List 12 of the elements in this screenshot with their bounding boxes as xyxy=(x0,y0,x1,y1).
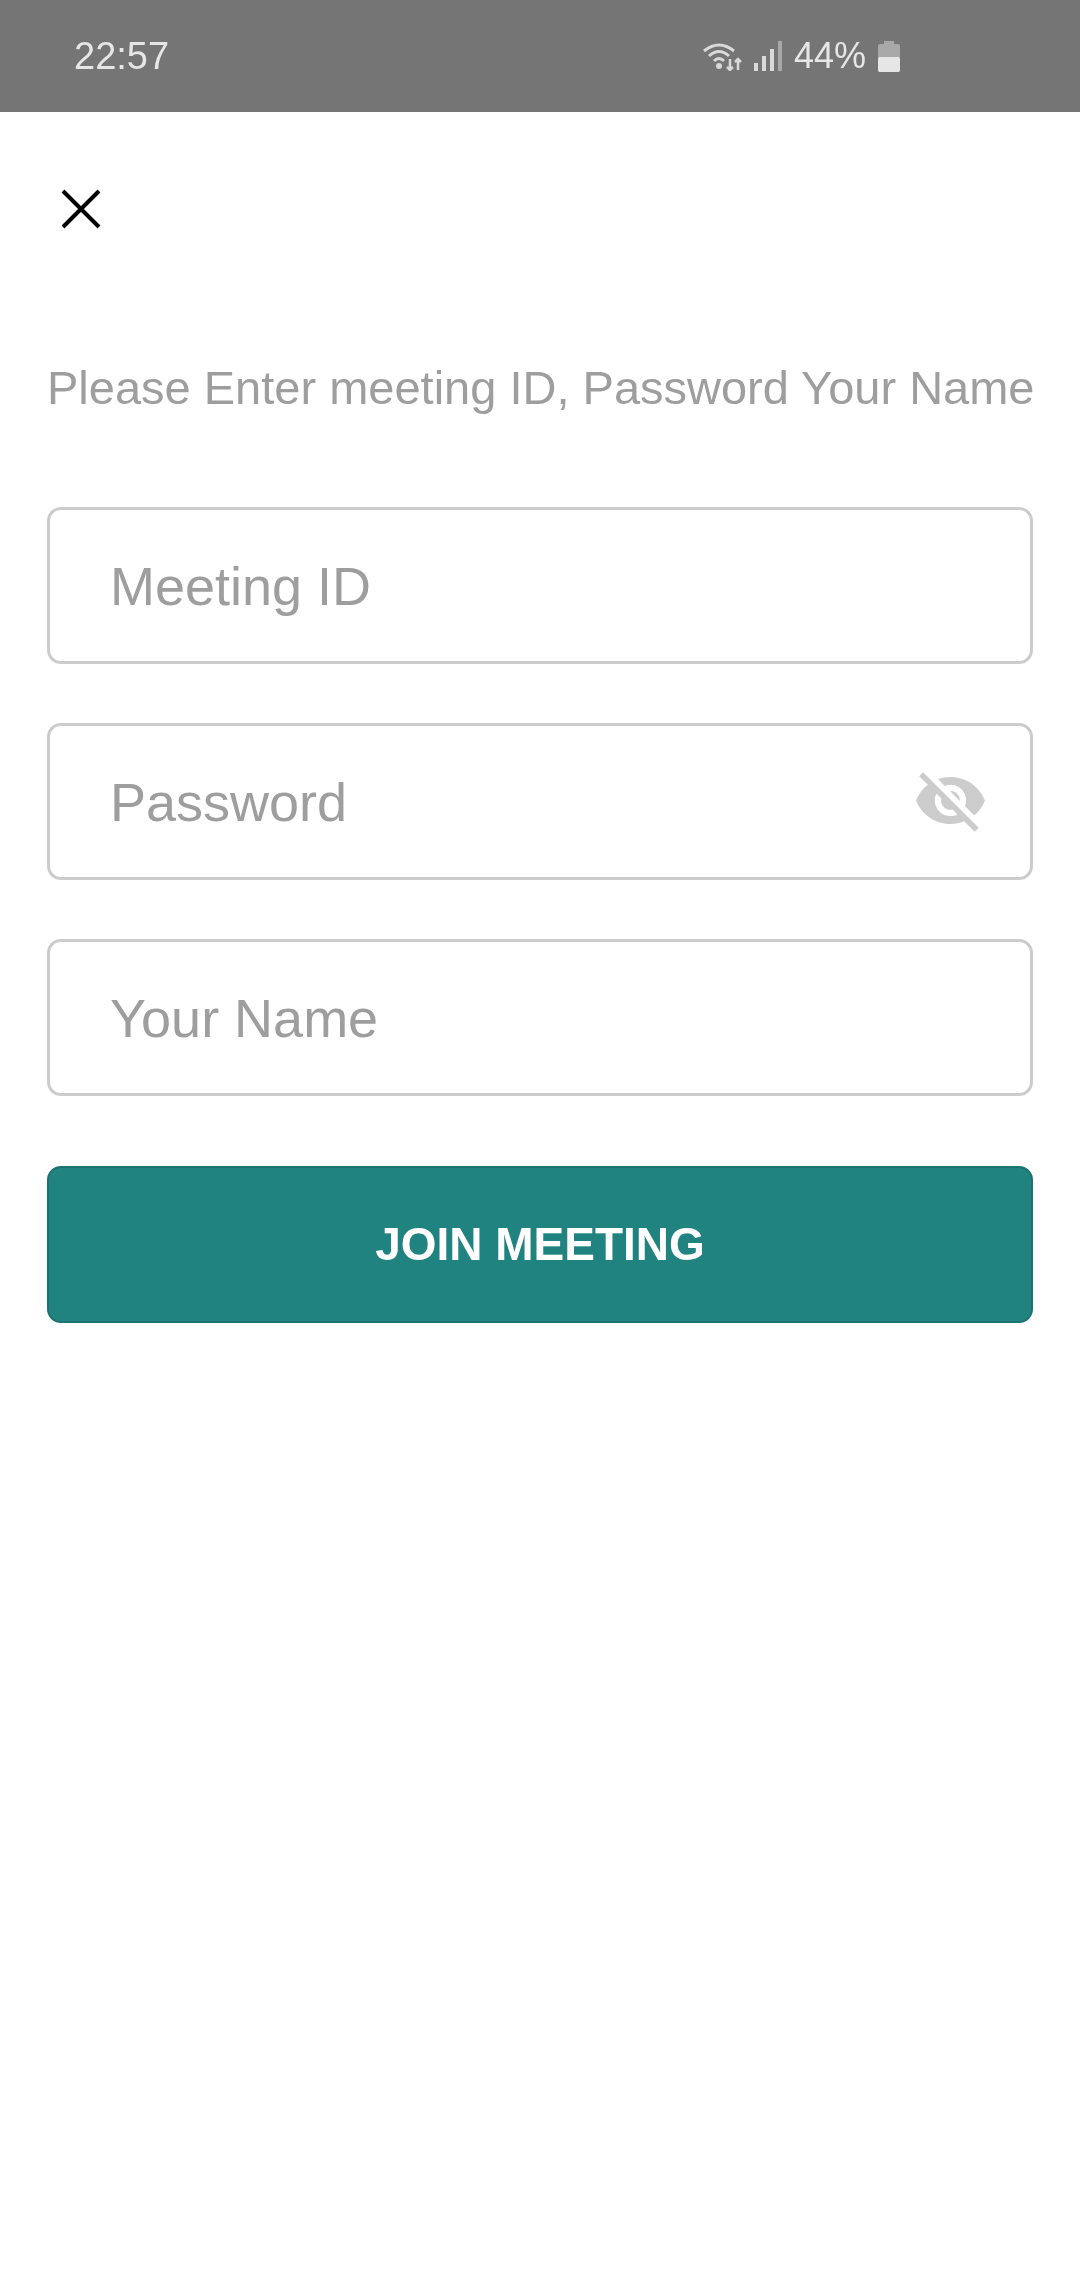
status-time: 22:57 xyxy=(74,37,170,75)
join-meeting-button[interactable]: JOIN MEETING xyxy=(47,1166,1033,1323)
input-field[interactable]: Your Name xyxy=(47,939,1033,1096)
input-field[interactable]: Password xyxy=(47,723,1033,880)
signal-icon xyxy=(753,41,782,71)
battery-percent: 44% xyxy=(793,38,866,74)
battery-icon xyxy=(878,40,900,72)
instruction-text: Please Enter meeting ID, Password Your Name xyxy=(47,361,1033,415)
wifi-icon xyxy=(701,41,742,71)
input-field[interactable]: Meeting ID xyxy=(47,507,1033,664)
close-icon xyxy=(61,189,101,229)
close-button[interactable] xyxy=(61,189,101,229)
